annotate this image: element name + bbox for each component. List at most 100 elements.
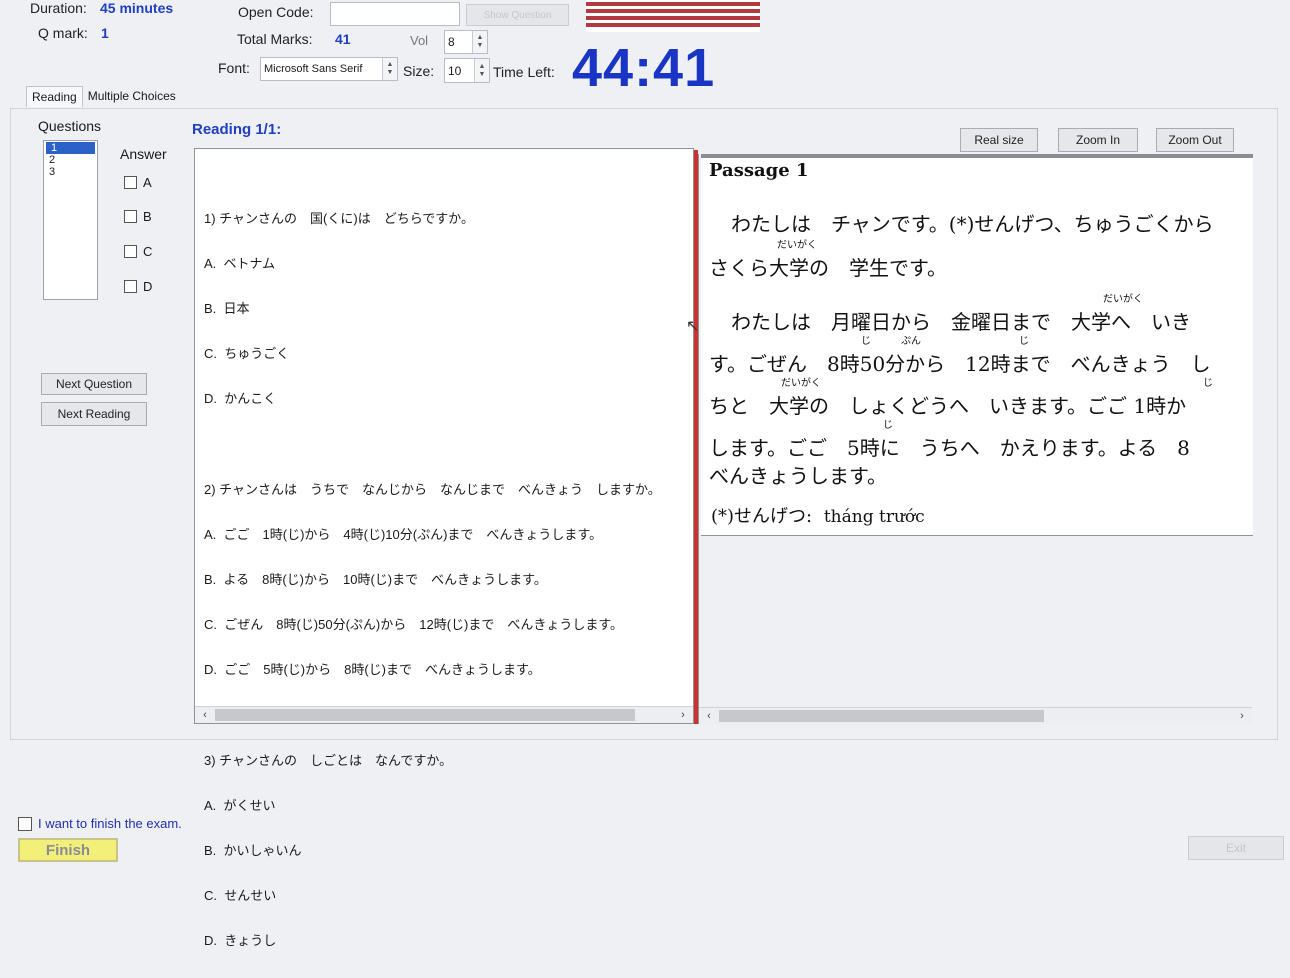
passage-line: さくら大学の 学生です。 [709, 256, 947, 280]
answer-option-d[interactable]: D [124, 279, 152, 294]
zoom-in-button[interactable]: Zoom In [1058, 128, 1138, 152]
scroll-right-icon[interactable]: › [1232, 710, 1252, 722]
finish-exam-label: I want to finish the exam. [38, 816, 182, 831]
size-value: 10 [448, 63, 462, 78]
questions-title: Questions [38, 118, 102, 134]
question-choice: D. ごご 5時(じ)から 8時(じ)まで べんきょうします。 [204, 662, 541, 677]
checkbox-icon[interactable] [18, 816, 32, 831]
horizontal-scrollbar[interactable]: ‹ › [699, 707, 1252, 724]
real-size-button[interactable]: Real size [960, 128, 1038, 152]
answer-option-label: A [143, 175, 152, 190]
question-choice: B. 日本 [204, 301, 250, 316]
question-list-item[interactable]: 1 [46, 142, 95, 154]
passage-pane[interactable]: Passage 1 わたしは チャンです。(*)せんげつ、ちゅうごくから だいが… [698, 154, 1253, 724]
questions-text: 1) チャンさんの 国(くに)は どちらですか。 A. ベトナム B. 日本 C… [204, 181, 661, 978]
question-choice: D. かんこく [204, 391, 277, 406]
passage-line: わたしは チャンです。(*)せんげつ、ちゅうごくから [731, 212, 1214, 236]
question-stem: 1) チャンさんの 国(くに)は どちらですか。 [204, 211, 475, 226]
question-choice: A. がくせい [204, 798, 276, 813]
answer-option-label: D [143, 279, 153, 294]
next-question-button[interactable]: Next Question [41, 373, 147, 395]
finish-button[interactable]: Finish [18, 838, 118, 862]
size-stepper[interactable]: 10 ▲ ▼ [444, 58, 490, 83]
open-code-input[interactable] [330, 2, 460, 26]
furigana: だいがく [777, 240, 817, 251]
question-choice: B. よる 8時(じ)から 10時(じ)まで べんきょうします。 [204, 572, 547, 587]
tab-bar: Reading Multiple Choices [26, 86, 181, 107]
open-code-label: Open Code: [238, 4, 314, 20]
question-choice: C. ちゅうごく [204, 346, 290, 361]
scroll-left-icon[interactable]: ‹ [195, 709, 215, 721]
flag-logo [586, 0, 760, 32]
show-question-button[interactable]: Show Question [466, 4, 569, 26]
qmark-label: Q mark: [38, 25, 88, 41]
time-left-label: Time Left: [493, 64, 555, 80]
font-value: Microsoft Sans Serif [264, 63, 363, 75]
volume-value: 8 [448, 35, 455, 49]
question-stem: 2) チャンさんは うちで なんじから なんじまで べんきょう しますか。 [204, 482, 661, 497]
spin-arrows-icon[interactable]: ▲ ▼ [474, 59, 489, 82]
answer-option-label: C [143, 244, 153, 259]
finish-exam-checkbox[interactable]: I want to finish the exam. [18, 816, 182, 831]
horizontal-scrollbar[interactable]: ‹ › [195, 706, 693, 723]
passage-line: べんきょうします。 [709, 464, 887, 488]
answer-option-a[interactable]: A [124, 175, 152, 190]
passage-page: Passage 1 わたしは チャンです。(*)せんげつ、ちゅうごくから だいが… [701, 154, 1253, 536]
question-choice: A. ごご 1時(じ)から 4時(じ)10分(ぷん)まで べんきょうします。 [204, 527, 603, 542]
answer-option-c[interactable]: C [124, 244, 152, 259]
question-choice: A. ベトナム [204, 256, 276, 271]
exit-button[interactable]: Exit [1188, 836, 1284, 860]
question-stem: 3) チャンさんの しごとは なんですか。 [204, 753, 453, 768]
furigana: ぷん [901, 336, 921, 347]
scroll-left-icon[interactable]: ‹ [699, 710, 719, 722]
zoom-out-button[interactable]: Zoom Out [1156, 128, 1234, 152]
qmark-value: 1 [101, 25, 109, 41]
tab-multiple-choices[interactable]: Multiple Choices [83, 86, 181, 107]
total-marks-value: 41 [335, 31, 351, 47]
furigana: じ [1019, 336, 1029, 347]
passage-note: (*)せんげつ: tháng trước [711, 502, 925, 528]
spin-arrows-icon[interactable]: ▲ ▼ [382, 58, 397, 80]
total-marks-label: Total Marks: [237, 31, 313, 47]
furigana: じ [883, 420, 893, 431]
furigana: だいがく [781, 378, 821, 389]
answer-option-label: B [143, 209, 152, 224]
note-label: (*)せんげつ: [711, 506, 813, 527]
furigana: じ [861, 336, 871, 347]
question-choice: B. かいしゃいん [204, 843, 302, 858]
checkbox-icon[interactable] [124, 210, 137, 223]
furigana: じ [1203, 378, 1213, 389]
duration-value: 45 minutes [100, 0, 174, 16]
duration-label: Duration: [30, 0, 87, 16]
tab-reading[interactable]: Reading [26, 86, 83, 107]
scrollbar-thumb[interactable] [719, 710, 1044, 722]
note-value: tháng trước [823, 507, 925, 527]
passage-line: ちと 大学の しょくどうへ いきます。ごご 1時か [709, 394, 1187, 418]
reading-title: Reading 1/1: [192, 121, 282, 138]
passage-line: わたしは 月曜日から 金曜日まで 大学へ いき [731, 310, 1191, 334]
question-choice: C. ごぜん 8時(じ)50分(ぷん)から 12時(じ)まで べんきょうします。 [204, 617, 624, 632]
vol-label: Vol [410, 33, 429, 48]
answer-option-b[interactable]: B [124, 209, 152, 224]
furigana: だいがく [1103, 294, 1143, 305]
checkbox-icon[interactable] [124, 176, 137, 189]
question-choice: C. せんせい [204, 888, 277, 903]
question-choice: D. きょうし [204, 933, 277, 948]
checkbox-icon[interactable] [124, 280, 137, 293]
size-label: Size: [403, 63, 435, 79]
spin-arrows-icon[interactable]: ▲ ▼ [472, 31, 487, 53]
scrollbar-thumb[interactable] [215, 709, 635, 721]
font-selector[interactable]: Microsoft Sans Serif ▲ ▼ [260, 57, 398, 81]
question-list-item[interactable]: 3 [44, 166, 97, 178]
question-list-item[interactable]: 2 [44, 154, 97, 166]
passage-line: します。ごご 5時に うちへ かえります。よる 8 [709, 436, 1190, 460]
answer-title: Answer [120, 146, 167, 162]
questions-text-pane[interactable]: 1) チャンさんの 国(くに)は どちらですか。 A. ベトナム B. 日本 C… [194, 148, 694, 948]
next-reading-button[interactable]: Next Reading [41, 402, 147, 426]
scroll-right-icon[interactable]: › [673, 709, 693, 721]
question-list[interactable]: 1 2 3 [43, 140, 98, 300]
font-label: Font: [218, 60, 250, 76]
volume-stepper[interactable]: 8 ▲ ▼ [444, 30, 488, 54]
passage-line: す。ごぜん 8時50分から 12時まで べんきょう し [709, 352, 1211, 376]
checkbox-icon[interactable] [124, 245, 137, 258]
